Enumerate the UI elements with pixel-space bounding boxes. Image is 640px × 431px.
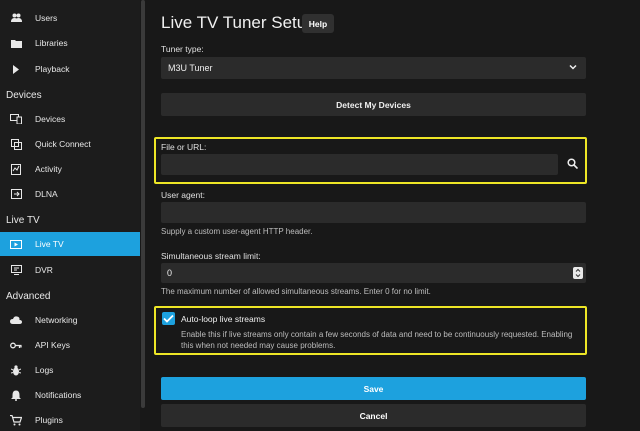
users-icon: [10, 12, 22, 24]
dvr-icon: [10, 264, 22, 276]
sidebar-scrollbar[interactable]: [141, 0, 145, 408]
sidebar-item-label: Quick Connect: [35, 139, 91, 149]
page-title: Live TV Tuner Setup: [161, 13, 316, 32]
sidebar-item-label: Networking: [35, 315, 78, 325]
devices-icon: [10, 113, 22, 125]
tuner-type-select[interactable]: M3U Tuner: [161, 57, 586, 79]
sidebar-item-networking[interactable]: Networking: [0, 308, 140, 332]
cart-icon: [10, 414, 22, 426]
sidebar-item-live-tv[interactable]: Live TV: [0, 232, 140, 256]
sidebar-item-label: Devices: [35, 114, 66, 124]
stream-limit-hint: The maximum number of allowed simultaneo…: [161, 287, 431, 296]
sidebar-item-quick-connect[interactable]: Quick Connect: [0, 132, 140, 156]
sidebar-item-label: Activity: [35, 164, 62, 174]
stream-limit-label: Simultaneous stream limit:: [161, 251, 261, 261]
tuner-type-label: Tuner type:: [161, 44, 204, 54]
section-devices: Devices: [6, 90, 42, 101]
user-agent-input[interactable]: [161, 202, 586, 223]
chevron-down-icon: [568, 62, 578, 72]
bell-icon: [10, 389, 22, 401]
cloud-icon: [10, 314, 22, 326]
bug-icon: [10, 364, 22, 376]
live-tv-icon: [10, 238, 22, 250]
file-url-input[interactable]: [161, 154, 558, 175]
sidebar-item-devices[interactable]: Devices: [0, 107, 140, 131]
activity-icon: [10, 163, 22, 175]
search-icon[interactable]: [567, 158, 578, 169]
sidebar-item-activity[interactable]: Activity: [0, 157, 140, 181]
sidebar-item-label: Libraries: [35, 38, 68, 48]
sidebar-item-logs[interactable]: Logs: [0, 358, 140, 382]
sidebar-item-api-keys[interactable]: API Keys: [0, 333, 140, 357]
tuner-type-value: M3U Tuner: [168, 63, 213, 73]
sidebar: Users Libraries Playback Devices Devices…: [0, 0, 140, 431]
sidebar-item-label: Users: [35, 13, 58, 23]
sidebar-item-notifications[interactable]: Notifications: [0, 383, 140, 407]
sidebar-item-users[interactable]: Users: [0, 6, 140, 30]
section-live-tv: Live TV: [6, 215, 40, 226]
sidebar-item-label: Playback: [35, 64, 70, 74]
autoloop-checkbox[interactable]: [162, 312, 175, 325]
folder-icon: [10, 37, 22, 49]
save-button[interactable]: Save: [161, 377, 586, 400]
dlna-icon: [10, 188, 22, 200]
sidebar-item-label: DLNA: [35, 189, 58, 199]
sidebar-item-label: API Keys: [35, 340, 70, 350]
section-advanced: Advanced: [6, 291, 51, 302]
autoloop-label[interactable]: Auto-loop live streams: [181, 314, 265, 324]
user-agent-hint: Supply a custom user-agent HTTP header.: [161, 227, 313, 236]
autoloop-description: Enable this if live streams only contain…: [181, 330, 573, 350]
link-icon: [10, 138, 22, 150]
help-button[interactable]: Help: [302, 14, 334, 33]
sidebar-item-plugins[interactable]: Plugins: [0, 408, 140, 431]
sidebar-item-label: Notifications: [35, 390, 82, 400]
sidebar-item-label: Logs: [35, 365, 54, 375]
stream-limit-stepper[interactable]: [573, 267, 583, 279]
detect-devices-button[interactable]: Detect My Devices: [161, 93, 586, 116]
sidebar-item-dlna[interactable]: DLNA: [0, 182, 140, 206]
file-url-label: File or URL:: [161, 142, 207, 152]
sidebar-item-libraries[interactable]: Libraries: [0, 31, 140, 55]
key-icon: [10, 339, 22, 351]
stream-limit-input[interactable]: [161, 263, 586, 283]
check-icon: [163, 314, 174, 323]
play-icon: [10, 63, 22, 75]
sidebar-item-label: DVR: [35, 265, 53, 275]
sidebar-item-playback[interactable]: Playback: [0, 57, 140, 81]
cancel-button[interactable]: Cancel: [161, 404, 586, 427]
sidebar-item-dvr[interactable]: DVR: [0, 258, 140, 282]
user-agent-label: User agent:: [161, 190, 205, 200]
sidebar-item-label: Live TV: [35, 239, 64, 249]
sidebar-item-label: Plugins: [35, 415, 63, 425]
